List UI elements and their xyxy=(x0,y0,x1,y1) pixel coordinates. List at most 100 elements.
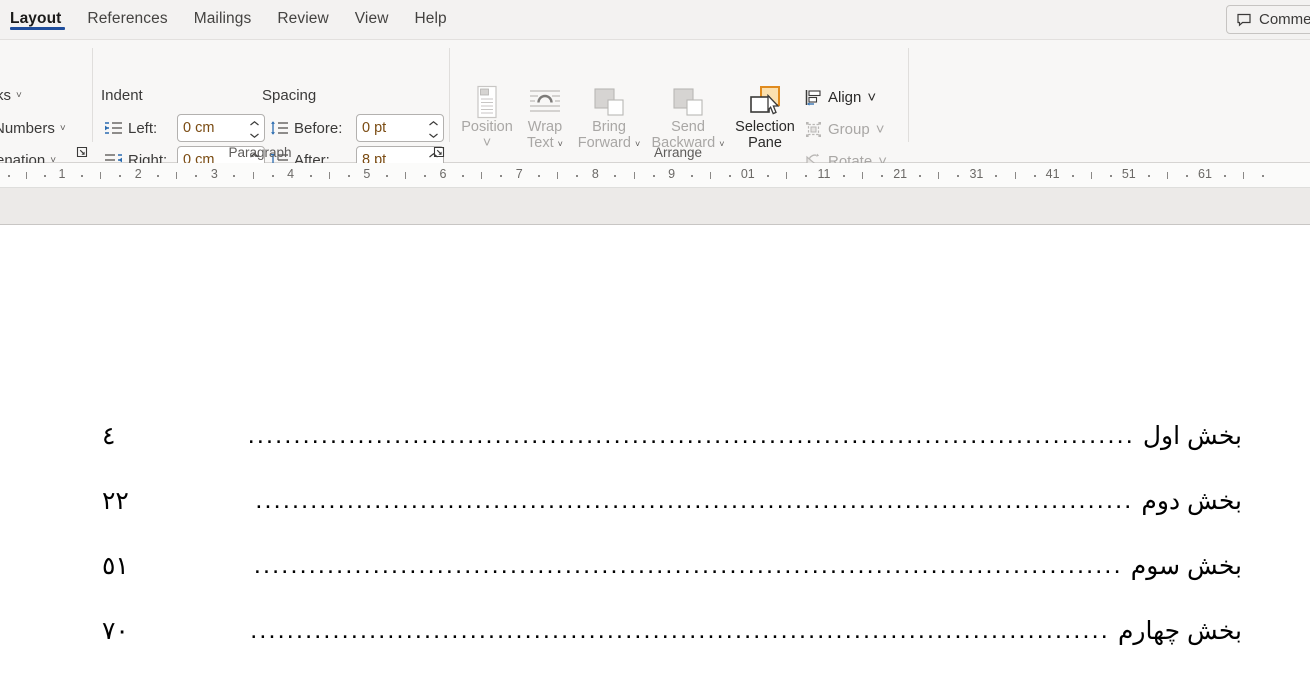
tab-view-label: View xyxy=(354,10,389,27)
align-button[interactable]: Align ˅ xyxy=(805,85,876,110)
ruler-tick xyxy=(576,175,578,177)
chevron-up-icon[interactable] xyxy=(249,120,260,127)
ruler-tick xyxy=(1034,175,1036,177)
wrap-text-button-label-line2: Text xyxy=(527,134,554,151)
ruler-tick xyxy=(1186,175,1188,177)
chevron-down-icon[interactable] xyxy=(428,132,439,139)
ruler-tick xyxy=(310,175,312,177)
bring-forward-icon xyxy=(592,84,626,120)
toc-entry-page-number: ٧٠ xyxy=(102,617,129,645)
spacing-before-field-row: Before: xyxy=(270,114,444,142)
toc-entry[interactable]: بخش چهارم...............................… xyxy=(0,616,1310,681)
ruler-tick xyxy=(195,175,197,177)
indent-left-label: Left: xyxy=(128,119,158,137)
ruler-tick xyxy=(862,172,863,179)
indent-left-spinner-arrows[interactable] xyxy=(248,117,260,141)
toc-entry-leader: ........................................… xyxy=(255,486,1134,514)
ruler-tick xyxy=(462,175,464,177)
paragraph-dialog-launcher[interactable] xyxy=(432,145,446,159)
document-top-margin-band xyxy=(0,188,1310,225)
align-icon xyxy=(805,90,821,106)
ruler-tick xyxy=(176,172,177,179)
ruler-number: 61 xyxy=(1198,167,1212,181)
send-backward-icon xyxy=(671,84,705,120)
ruler-tick xyxy=(1224,175,1226,177)
chevron-up-icon[interactable] xyxy=(428,120,439,127)
tab-view[interactable]: View xyxy=(342,0,402,40)
ruler-tick xyxy=(386,175,388,177)
tab-help[interactable]: Help xyxy=(401,0,459,40)
wrap-text-button[interactable]: Wrap Text ˅ xyxy=(511,84,579,151)
group-divider xyxy=(449,48,450,142)
spacing-section-header: Spacing xyxy=(262,87,317,104)
selection-pane-button-label-line2: Pane xyxy=(748,134,782,151)
tab-review[interactable]: Review xyxy=(264,0,341,40)
tab-references[interactable]: References xyxy=(74,0,180,40)
comments-button[interactable]: Comments xyxy=(1226,5,1310,34)
tab-help-label: Help xyxy=(414,10,447,27)
spacing-before-spinner-arrows[interactable] xyxy=(427,117,439,141)
tab-layout[interactable]: Layout xyxy=(0,0,74,40)
group-button-label: Group xyxy=(828,121,870,138)
page-setup-dialog-launcher[interactable] xyxy=(75,145,89,159)
indent-left-input[interactable] xyxy=(183,120,251,136)
tab-review-label: Review xyxy=(277,10,329,27)
toc-entry-page-number: ٢٢ xyxy=(102,487,129,515)
ruler-tick xyxy=(805,175,807,177)
group-icon xyxy=(806,122,821,137)
ruler-tick xyxy=(233,175,235,177)
chevron-down-icon: ˅ xyxy=(557,138,563,149)
ruler-tick xyxy=(957,175,959,177)
toc-entry[interactable]: بخش سوم.................................… xyxy=(0,551,1310,616)
toc-entry-page-number: ٤ xyxy=(102,422,116,450)
chevron-down-icon[interactable] xyxy=(249,132,260,139)
ruler-number: 4 xyxy=(287,167,295,181)
ruler-tick xyxy=(538,175,540,177)
document-page[interactable]: بخش اول.................................… xyxy=(0,225,1310,688)
toc-entry[interactable]: بخش اول.................................… xyxy=(0,421,1310,486)
ribbon-item-breaks[interactable]: ks ˅ xyxy=(0,87,22,104)
ruler-tick xyxy=(653,175,655,177)
ruler-tick xyxy=(253,172,254,179)
toc-entry[interactable]: بخش دوم.................................… xyxy=(0,486,1310,551)
ribbon-item-line-numbers[interactable]: Numbers ˅ xyxy=(0,120,66,137)
ruler-tick xyxy=(1072,175,1074,177)
ruler-tick xyxy=(81,175,83,177)
ruler-tick xyxy=(1091,172,1092,179)
bring-forward-button[interactable]: Bring Forward ˅ xyxy=(573,84,645,151)
ruler-tick xyxy=(119,175,121,177)
indent-left-stepper[interactable] xyxy=(177,114,265,142)
toc-entry-page-number: ٥١ xyxy=(102,552,129,580)
group-button[interactable]: Group ˅ xyxy=(805,117,884,142)
ruler-tick xyxy=(405,172,406,179)
ruler-number: 8 xyxy=(591,167,599,181)
ruler-tick xyxy=(919,175,921,177)
spacing-before-stepper[interactable] xyxy=(356,114,444,142)
ruler-number: 3 xyxy=(210,167,218,181)
toc-entry-leader: ........................................… xyxy=(253,551,1123,579)
selection-pane-button[interactable]: Selection Pane xyxy=(729,84,801,151)
horizontal-ruler[interactable]: 1 2 3 4 5 6 7 8 9 01 11 21 31 41 51 61 xyxy=(0,163,1310,188)
position-button-label: Position xyxy=(461,119,513,135)
send-backward-button[interactable]: Send Backward ˅ xyxy=(648,84,728,151)
tab-mailings-label: Mailings xyxy=(193,10,252,27)
line-numbers-label: Numbers xyxy=(0,120,55,137)
comments-button-label: Comments xyxy=(1259,11,1310,28)
toc-entry-leader: ........................................… xyxy=(247,421,1135,449)
ruler-tick xyxy=(995,175,997,177)
ruler-tick xyxy=(272,175,274,177)
ruler-tick xyxy=(1015,172,1016,179)
ruler-tick xyxy=(843,175,845,177)
chevron-down-icon: ˅ xyxy=(875,121,885,138)
ruler-number: 6 xyxy=(439,167,447,181)
ruler-tick xyxy=(8,175,10,177)
ruler-tick xyxy=(1110,175,1112,177)
spacing-before-input[interactable] xyxy=(362,120,430,136)
ruler-tick xyxy=(26,172,27,179)
ruler-tick xyxy=(1148,175,1150,177)
selection-pane-button-label-line1: Selection xyxy=(735,119,795,135)
ruler-tick xyxy=(767,175,769,177)
spacing-before-icon xyxy=(271,121,288,135)
tab-mailings[interactable]: Mailings xyxy=(181,0,265,40)
table-of-contents[interactable]: بخش اول.................................… xyxy=(0,421,1310,681)
